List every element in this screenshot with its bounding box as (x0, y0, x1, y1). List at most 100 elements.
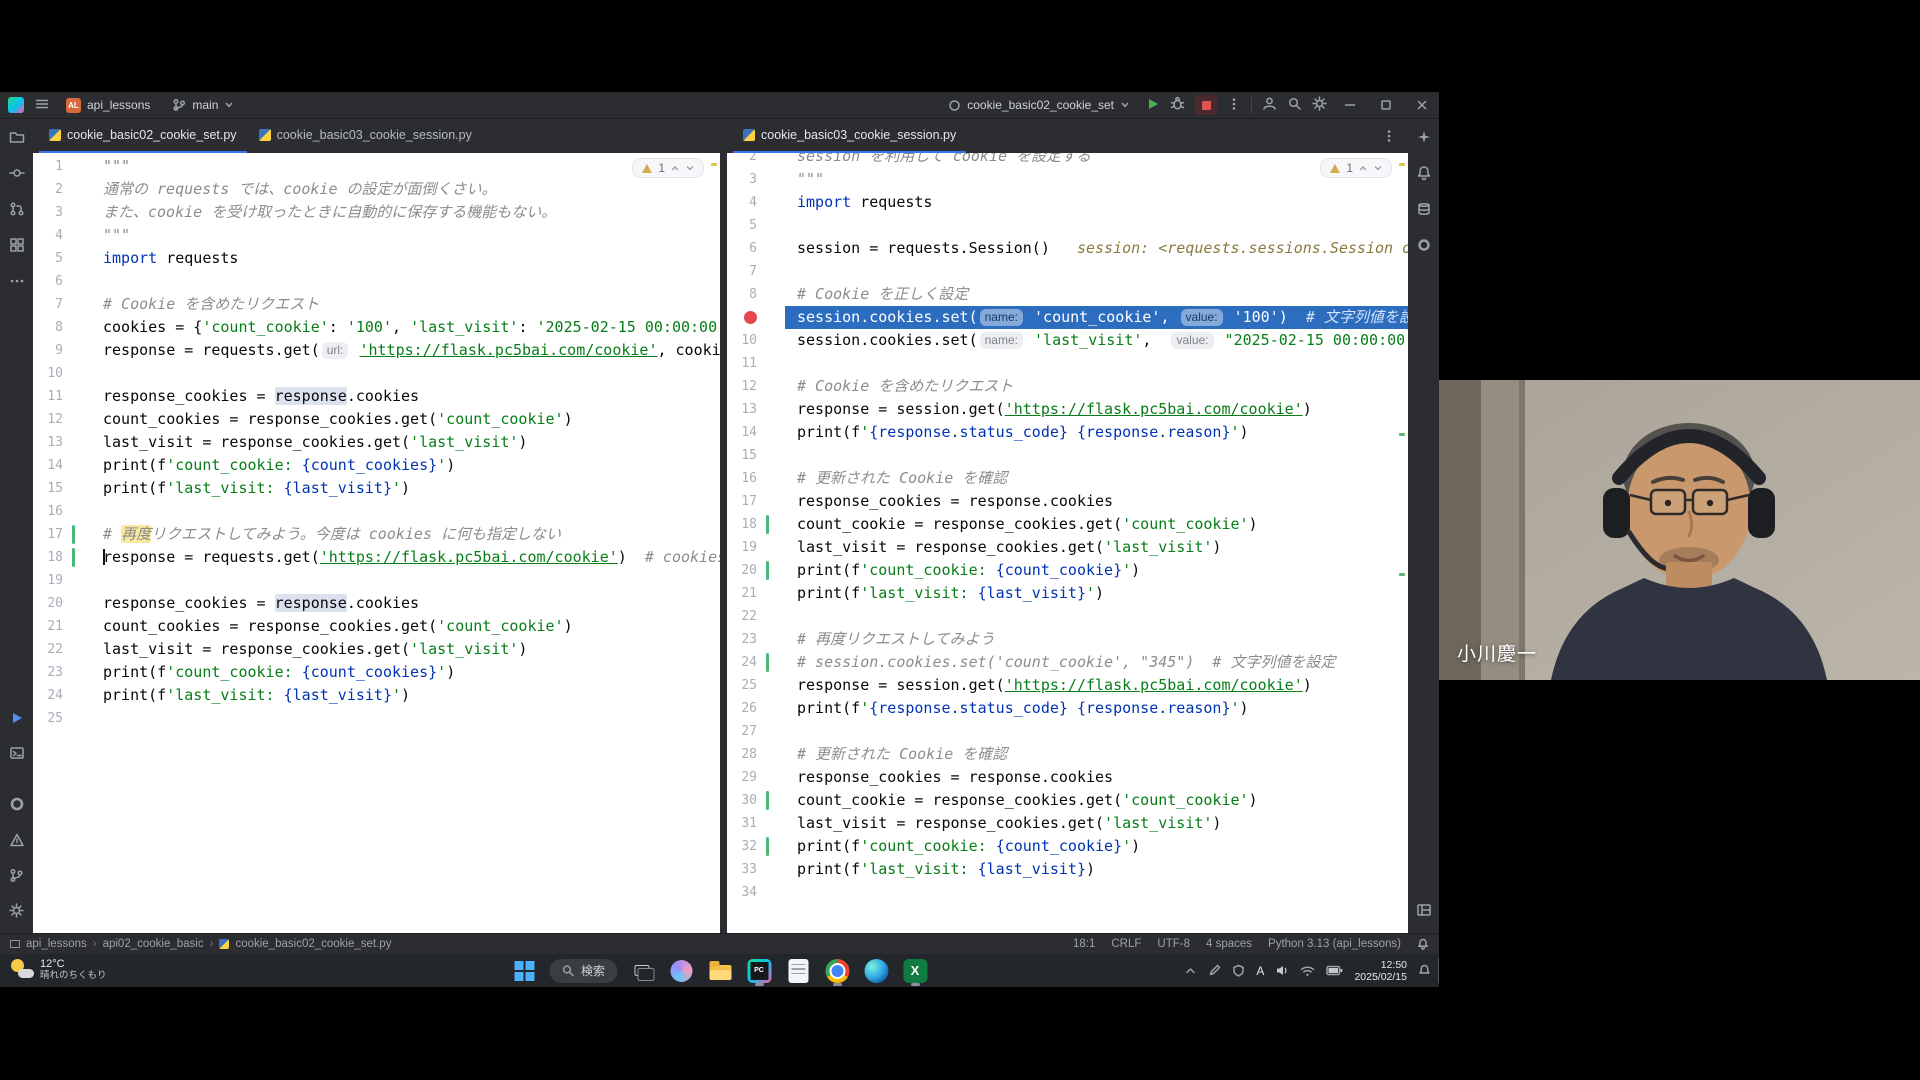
code-line[interactable]: 2通常の requests では、cookie の設定が面倒くさい。 (33, 178, 720, 201)
code-text[interactable]: response_cookies = response.cookies (785, 766, 1408, 789)
ime-indicator[interactable]: A (1256, 964, 1264, 978)
line-number[interactable]: 23 (33, 661, 63, 684)
pen-icon[interactable] (1208, 964, 1221, 977)
code-line[interactable]: 24 print(f'last_visit: {last_visit}') (33, 684, 720, 707)
code-line[interactable]: 30count_cookie = response_cookies.get('c… (727, 789, 1408, 812)
code-text[interactable] (785, 260, 1408, 283)
code-line[interactable]: 20response_cookies = response.cookies (33, 592, 720, 615)
code-line[interactable]: 14print(f'count_cookie: {count_cookies}'… (33, 454, 720, 477)
line-number[interactable]: 7 (727, 260, 757, 283)
line-number[interactable]: 29 (727, 766, 757, 789)
chevron-up-icon[interactable] (1184, 964, 1197, 977)
file-encoding[interactable]: UTF-8 (1157, 938, 1190, 950)
inlay-hint[interactable]: name: (980, 309, 1023, 326)
maximize-button[interactable] (1373, 93, 1399, 117)
code-line[interactable]: 23# 再度リクエストしてみよう (727, 628, 1408, 651)
run-tool-button[interactable] (10, 711, 24, 730)
code-line[interactable]: 13response = session.get('https://flask.… (727, 398, 1408, 421)
breakpoint-dot[interactable] (744, 311, 757, 324)
code-line[interactable]: 28 # 更新された Cookie を確認 (727, 743, 1408, 766)
notifications-button[interactable] (1416, 165, 1432, 186)
code-text[interactable] (785, 881, 1408, 904)
code-text[interactable]: # Cookie を含めたリクエスト (785, 375, 1408, 398)
inlay-hint[interactable]: value: (1171, 332, 1213, 349)
line-number[interactable]: 28 (727, 743, 757, 766)
tab-cookie-session[interactable]: cookie_basic03_cookie_session.py (733, 119, 966, 153)
editor-options-button[interactable] (1376, 119, 1402, 153)
pycharm-taskbar-button[interactable]: PC (745, 957, 773, 985)
line-number[interactable]: 1 (33, 155, 63, 178)
shield-icon[interactable] (1232, 964, 1245, 977)
code-text[interactable]: session.cookies.set(name: 'count_cookie'… (785, 306, 1408, 329)
line-number[interactable]: 22 (727, 605, 757, 628)
code-line[interactable]: 7 (727, 260, 1408, 283)
line-number[interactable]: 22 (33, 638, 63, 661)
code-line[interactable]: 24# session.cookies.set('count_cookie', … (727, 651, 1408, 674)
project-tool-button[interactable] (9, 129, 25, 150)
code-line[interactable]: 17# 再度リクエストしてみよう。今度は cookies に何も指定しない (33, 523, 720, 546)
code-text[interactable]: print(f'last_visit: {last_visit}') (91, 684, 720, 707)
stop-button[interactable] (1195, 95, 1217, 115)
code-line[interactable]: 19last_visit = response_cookies.get('las… (727, 536, 1408, 559)
code-text[interactable]: import requests (91, 247, 720, 270)
code-line[interactable]: 11 (727, 352, 1408, 375)
pull-requests-tool-button[interactable] (9, 201, 25, 222)
code-line[interactable]: 31last_visit = response_cookies.get('las… (727, 812, 1408, 835)
code-line[interactable]: 17response_cookies = response.cookies (727, 490, 1408, 513)
chrome-button[interactable] (823, 957, 851, 985)
code-text[interactable]: count_cookie = response_cookies.get('cou… (785, 513, 1408, 536)
code-text[interactable]: print(f'last_visit: {last_visit}') (91, 477, 720, 500)
python-interpreter[interactable]: Python 3.13 (api_lessons) (1268, 938, 1401, 950)
code-text[interactable]: # 更新された Cookie を確認 (785, 743, 1408, 766)
code-text[interactable]: response_cookies = response.cookies (91, 385, 720, 408)
project-selector[interactable]: AL api_lessons (60, 96, 156, 115)
line-number[interactable]: 2 (33, 178, 63, 201)
indent-style[interactable]: 4 spaces (1206, 938, 1252, 950)
line-number[interactable]: 14 (33, 454, 63, 477)
line-number[interactable]: 19 (33, 569, 63, 592)
line-number[interactable]: 6 (727, 237, 757, 260)
code-text[interactable]: response = session.get('https://flask.pc… (785, 398, 1408, 421)
code-text[interactable]: response = session.get('https://flask.pc… (785, 674, 1408, 697)
line-number[interactable]: 5 (33, 247, 63, 270)
code-text[interactable]: """ (91, 155, 720, 178)
search-everywhere-button[interactable] (1287, 96, 1302, 114)
code-text[interactable]: print(f'last_visit: {last_visit}) (785, 858, 1408, 881)
code-text[interactable] (785, 444, 1408, 467)
code-text[interactable]: count_cookies = response_cookies.get('co… (91, 615, 720, 638)
line-number[interactable]: 2 (727, 153, 757, 168)
code-line[interactable]: 3また、cookie を受け取ったときに自動的に保存する機能もない。 (33, 201, 720, 224)
line-number[interactable]: 24 (33, 684, 63, 707)
line-number[interactable]: 21 (727, 582, 757, 605)
taskbar-search[interactable]: 検索 (549, 959, 617, 983)
tab-cookie-basic03[interactable]: cookie_basic03_cookie_session.py (249, 119, 482, 153)
weather-widget[interactable]: 12°C 晴れのちくもり (10, 957, 107, 981)
speaker-icon[interactable] (1275, 964, 1289, 977)
line-number[interactable]: 8 (33, 316, 63, 339)
breadcrumb-project[interactable]: api_lessons (26, 938, 87, 950)
line-number[interactable]: 31 (727, 812, 757, 835)
code-line[interactable]: 15 print(f'last_visit: {last_visit}') (33, 477, 720, 500)
code-text[interactable]: last_visit = response_cookies.get('last_… (91, 431, 720, 454)
commit-tool-button[interactable] (9, 165, 25, 186)
terminal-tool-button[interactable] (9, 745, 25, 766)
file-explorer-button[interactable] (706, 957, 734, 985)
inspections-widget[interactable]: 1 (1320, 158, 1392, 178)
edge-button[interactable] (862, 957, 890, 985)
code-line[interactable]: 22last_visit = response_cookies.get('las… (33, 638, 720, 661)
line-number[interactable]: 20 (727, 559, 757, 582)
inlay-hint[interactable]: url: (322, 342, 349, 359)
code-text[interactable]: print(f'count_cookie: {count_cookies}') (91, 661, 720, 684)
profile-button[interactable] (1262, 96, 1277, 114)
code-line[interactable]: 23 print(f'count_cookie: {count_cookies}'… (33, 661, 720, 684)
line-number[interactable]: 15 (33, 477, 63, 500)
code-text[interactable] (91, 500, 720, 523)
clock-widget[interactable]: 12:50 2025/02/15 (1354, 959, 1407, 983)
line-number[interactable]: 4 (33, 224, 63, 247)
code-line[interactable]: 3""" (727, 168, 1408, 191)
code-line[interactable]: 18response = requests.get('https://flask… (33, 546, 720, 569)
code-line[interactable]: 21count_cookies = response_cookies.get('… (33, 615, 720, 638)
line-number[interactable]: 16 (727, 467, 757, 490)
right-editor[interactable]: 1 2session を利用して cookie を設定する3"""4import… (727, 153, 1408, 933)
code-line[interactable]: 12count_cookies = response_cookies.get('… (33, 408, 720, 431)
